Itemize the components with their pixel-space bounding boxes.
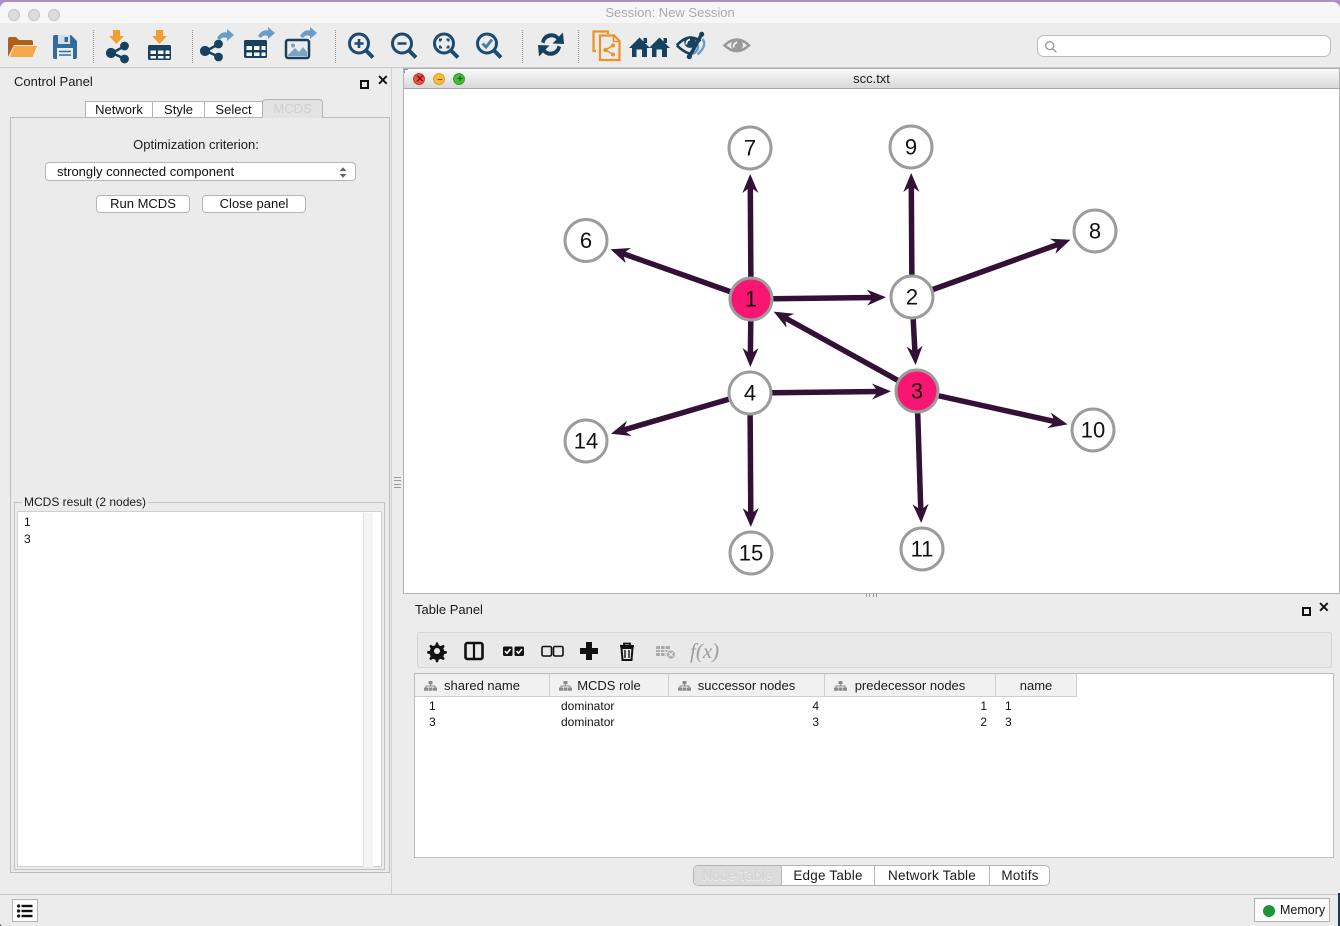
- svg-text:f(x): f(x): [690, 639, 719, 663]
- svg-text:6: 6: [580, 228, 592, 253]
- svg-text:8: 8: [1089, 219, 1101, 244]
- svg-text:3: 3: [911, 379, 923, 404]
- svg-text:14: 14: [574, 429, 598, 454]
- svg-text:11: 11: [911, 537, 934, 562]
- svg-text:7: 7: [744, 136, 756, 161]
- svg-text:9: 9: [905, 135, 917, 160]
- svg-text:10: 10: [1081, 418, 1105, 443]
- svg-text:4: 4: [744, 381, 756, 406]
- svg-text:1: 1: [745, 287, 757, 312]
- svg-text:2: 2: [906, 285, 918, 310]
- svg-text:15: 15: [739, 541, 763, 566]
